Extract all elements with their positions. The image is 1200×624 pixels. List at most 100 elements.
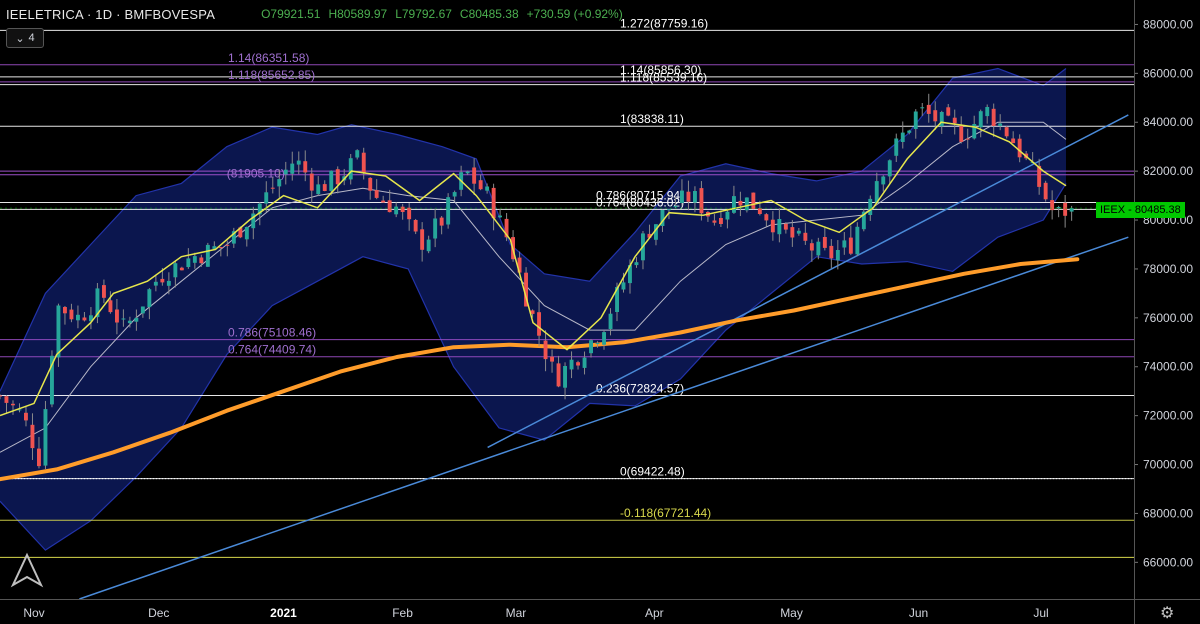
x-tick-label-7: Jun [909, 606, 928, 620]
candle-body-58 [374, 190, 379, 198]
candle-body-26 [166, 280, 171, 286]
candle-body-28 [179, 267, 184, 271]
fib-label-3: 1.118(85652.85) [228, 68, 315, 82]
candle-body-43 [277, 179, 282, 187]
candle-body-56 [361, 152, 366, 174]
indicators-toggle-button[interactable]: ⌄ 4 [6, 28, 44, 48]
candle-body-103 [667, 209, 671, 211]
time-axis-border [0, 599, 1200, 600]
candle-body-83 [537, 312, 541, 336]
gear-icon[interactable]: ⚙ [1160, 603, 1174, 623]
fib-label-7: 0.764(80436.02) [596, 195, 684, 209]
candle-body-12 [76, 314, 80, 321]
candle-body-143 [926, 104, 931, 114]
indicator-count: 4 [28, 32, 35, 44]
candle-body-149 [965, 138, 970, 140]
candle-body-18 [115, 309, 119, 323]
fib-label-4: 1.118(85539.16) [620, 71, 707, 85]
candle-body-141 [913, 111, 918, 129]
candle-body-144 [933, 110, 938, 122]
candle-body-50 [322, 184, 327, 191]
candle-body-120 [777, 219, 782, 235]
y-tick-label-9: 84000.00 [1143, 115, 1193, 129]
y-tick-label-2: 70000.00 [1143, 458, 1193, 472]
candle-body-2 [11, 403, 15, 406]
candle-body-93 [602, 332, 606, 345]
candle-body-121 [783, 223, 788, 230]
candle-body-117 [757, 208, 762, 214]
price-chart[interactable]: 1.272(87759.16)1.14(86351.58)1.14(85856.… [0, 0, 1200, 624]
y-tick-label-11: 88000.00 [1143, 17, 1193, 31]
tradingview-logo-icon[interactable] [10, 552, 44, 588]
candle-body-124 [803, 232, 808, 241]
candle-body-55 [355, 150, 360, 158]
candle-body-105 [680, 190, 684, 203]
candle-body-23 [147, 289, 152, 308]
candle-body-156 [1011, 138, 1016, 144]
low-value: L79792.67 [395, 7, 452, 21]
candle-body-76 [491, 187, 496, 219]
candle-body-48 [309, 173, 314, 191]
candle-body-22 [140, 306, 145, 314]
fib-label-1: 1.14(86351.58) [228, 51, 309, 65]
candle-body-73 [472, 167, 477, 184]
chart-header: IEELETRICA · 1D · BMFBOVESPA O79921.51 H… [6, 5, 623, 23]
candle-body-146 [946, 107, 951, 116]
y-tick-label-0: 66000.00 [1143, 555, 1193, 569]
candle-body-165 [1069, 208, 1074, 212]
x-tick-label-8: Jul [1033, 606, 1048, 620]
fib-label-9: 0.764(74409.74) [228, 343, 316, 357]
candle-body-42 [270, 187, 275, 189]
candle-body-20 [127, 320, 132, 324]
fib-label-0: 1.272(87759.16) [620, 16, 708, 30]
candle-body-44 [283, 169, 288, 175]
candle-body-1 [4, 396, 9, 403]
high-value: H80589.97 [328, 7, 388, 21]
x-tick-label-1: Dec [148, 606, 169, 620]
candle-body-7 [43, 409, 48, 466]
candle-body-110 [712, 220, 717, 223]
candle-body-148 [959, 126, 964, 142]
symbol-title[interactable]: IEELETRICA · 1D · BMFBOVESPA [6, 7, 215, 22]
y-tick-label-1: 68000.00 [1143, 506, 1193, 520]
candle-body-41 [264, 192, 269, 204]
fib-label-12: -0.118(67721.44) [620, 506, 711, 520]
candle-body-24 [153, 281, 158, 286]
candle-body-157 [1017, 138, 1022, 158]
candle-body-151 [978, 111, 983, 128]
fib-label-5: 1(83838.11) [620, 112, 684, 126]
candle-body-134 [868, 198, 873, 215]
candle-body-17 [108, 300, 113, 313]
bollinger-band-fill [0, 68, 1066, 551]
candle-body-72 [465, 171, 470, 174]
candle-body-106 [686, 191, 691, 202]
candle-body-29 [186, 258, 191, 267]
candle-body-92 [595, 343, 600, 344]
candle-body-107 [693, 191, 697, 203]
candle-body-74 [478, 180, 483, 190]
fib-label-8: 0.786(75108.46) [228, 326, 316, 340]
candle-body-21 [134, 317, 139, 322]
candle-body-46 [296, 160, 301, 165]
candle-body-32 [205, 244, 210, 267]
candle-body-129 [835, 250, 840, 261]
candle-body-88 [569, 359, 574, 370]
candle-body-119 [770, 219, 775, 233]
candle-body-47 [303, 161, 308, 173]
candle-body-104 [673, 205, 678, 208]
candle-body-19 [121, 318, 126, 320]
candle-body-132 [855, 226, 860, 255]
candle-body-62 [400, 206, 405, 212]
open-value: O79921.51 [261, 7, 321, 21]
fib-label-11: 0(69422.48) [620, 465, 685, 479]
candle-body-13 [82, 317, 87, 321]
price-axis-border [1134, 0, 1135, 624]
candle-body-68 [439, 217, 444, 226]
candle-body-0 [0, 395, 3, 397]
candle-body-4 [24, 412, 28, 421]
candle-body-152 [985, 107, 990, 117]
y-tick-label-6: 78000.00 [1143, 262, 1193, 276]
candle-body-57 [368, 177, 373, 191]
candle-body-38 [244, 227, 249, 240]
candle-body-122 [790, 227, 795, 238]
